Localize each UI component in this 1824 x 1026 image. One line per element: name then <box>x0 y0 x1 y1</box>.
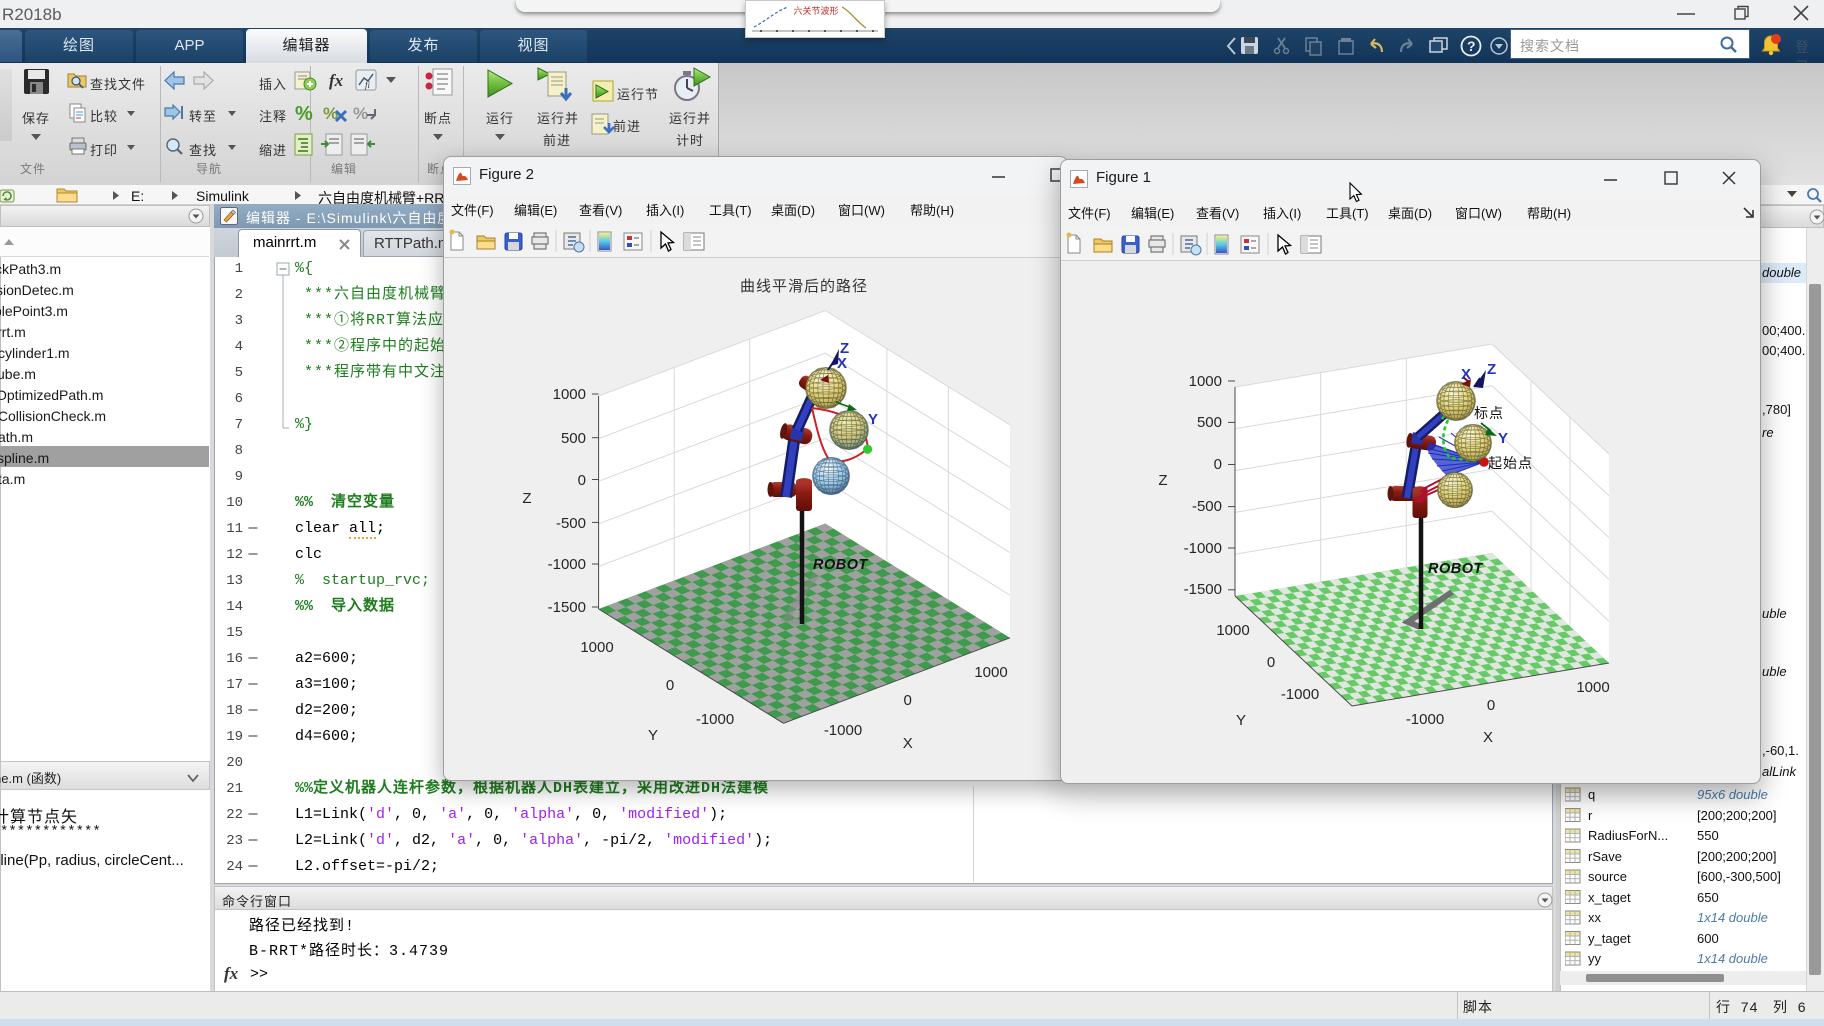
svg-text:ROBOT: ROBOT <box>813 557 869 573</box>
svg-text:1000: 1000 <box>553 386 586 403</box>
svg-text:六关节波形: 六关节波形 <box>793 5 838 16</box>
svg-text:X: X <box>1483 729 1493 746</box>
svg-text:500: 500 <box>561 430 586 447</box>
svg-text:Z: Z <box>1158 472 1167 489</box>
svg-text:0: 0 <box>904 692 912 709</box>
svg-text:%: % <box>295 103 313 125</box>
svg-text:标点: 标点 <box>1474 405 1504 421</box>
svg-text:1000: 1000 <box>1189 373 1222 390</box>
svg-text:Y: Y <box>868 411 878 428</box>
svg-text:X: X <box>903 735 913 752</box>
svg-text:0: 0 <box>1267 654 1275 671</box>
svg-text:0: 0 <box>666 677 674 694</box>
svg-text:0: 0 <box>1487 697 1495 714</box>
svg-text:0: 0 <box>578 472 586 489</box>
svg-text:Y: Y <box>1498 430 1508 447</box>
svg-text:1000: 1000 <box>1216 622 1249 639</box>
svg-text:-1500: -1500 <box>548 599 586 616</box>
svg-text:X: X <box>1461 366 1471 383</box>
svg-text:1000: 1000 <box>1576 679 1609 696</box>
svg-text:起始点: 起始点 <box>1488 455 1533 471</box>
svg-text:fx: fx <box>329 71 344 90</box>
svg-text:1000: 1000 <box>580 639 613 656</box>
svg-text:-1000: -1000 <box>548 556 586 573</box>
svg-text:fi: fi <box>365 80 371 90</box>
svg-text:X: X <box>837 355 847 372</box>
svg-text:500: 500 <box>1197 414 1222 431</box>
svg-text:-500: -500 <box>1192 498 1222 515</box>
svg-text:-1000: -1000 <box>1406 711 1444 728</box>
svg-text:-1000: -1000 <box>824 722 862 739</box>
svg-text:0: 0 <box>1214 456 1222 473</box>
svg-text:-1000: -1000 <box>1184 540 1222 557</box>
svg-text:-1500: -1500 <box>1184 581 1222 598</box>
svg-text:Z: Z <box>1487 361 1496 378</box>
svg-text:ROBOT: ROBOT <box>1428 561 1484 577</box>
svg-text:?: ? <box>1467 38 1476 54</box>
svg-text:1000: 1000 <box>974 664 1007 681</box>
svg-text:Y: Y <box>648 727 658 744</box>
svg-text:-1000: -1000 <box>696 711 734 728</box>
svg-text:-500: -500 <box>556 515 586 532</box>
svg-text:-1000: -1000 <box>1281 686 1319 703</box>
svg-text:曲线平滑后的路径: 曲线平滑后的路径 <box>740 278 868 295</box>
svg-text:Y: Y <box>1236 712 1246 729</box>
svg-text:Z: Z <box>522 490 531 507</box>
svg-text:%: % <box>353 104 368 123</box>
